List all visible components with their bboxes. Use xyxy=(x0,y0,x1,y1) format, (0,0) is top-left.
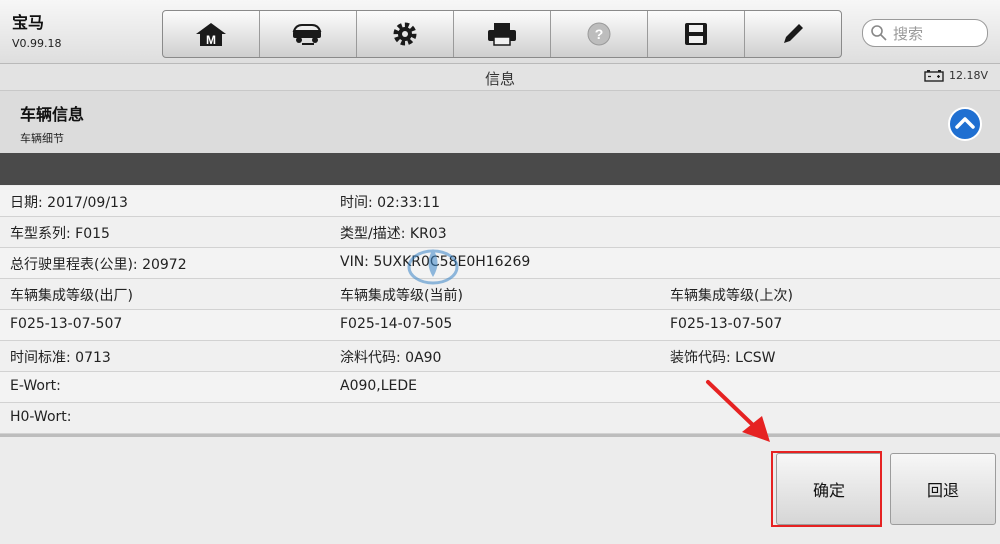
home-icon: M xyxy=(196,23,226,47)
print-button[interactable] xyxy=(454,11,551,57)
svg-text:?: ? xyxy=(595,26,604,42)
table-cell: F025-13-07-507 xyxy=(670,316,783,332)
home-button[interactable]: M xyxy=(163,11,260,57)
table-cell: 车辆集成等级(上次) xyxy=(670,288,793,304)
vehicle-swap-icon xyxy=(292,24,322,45)
info-bar: 信息 12.18V xyxy=(0,64,1000,91)
print-icon xyxy=(488,23,516,46)
highlight-box xyxy=(771,451,882,527)
table-cell: 类型/描述: KR03 xyxy=(340,226,447,242)
edit-button[interactable] xyxy=(745,11,841,57)
table-cell: 装饰代码: LCSW xyxy=(670,350,776,366)
table-row: 车辆集成等级(出厂) 车辆集成等级(当前) 车辆集成等级(上次) xyxy=(0,279,1000,310)
table-row: 车型系列: F015 类型/描述: KR03 xyxy=(0,217,1000,248)
table-bottom-divider xyxy=(0,434,1000,437)
collapse-up-icon[interactable] xyxy=(948,107,982,141)
app-version: V0.99.18 xyxy=(12,37,62,50)
battery-status: 12.18V xyxy=(924,69,988,82)
table-cell: 车型系列: F015 xyxy=(10,226,110,242)
page-title: 信息 xyxy=(484,70,515,88)
edit-pen-icon xyxy=(784,24,803,43)
table-cell: H0-Wort: xyxy=(10,409,72,425)
section-divider-bar xyxy=(0,153,1000,185)
battery-icon xyxy=(924,69,944,82)
settings-button[interactable] xyxy=(357,11,454,57)
brand-name: 宝马 xyxy=(12,13,45,32)
battery-voltage: 12.18V xyxy=(948,69,988,82)
section-subtitle: 车辆细节 xyxy=(20,132,64,145)
section-title: 车辆信息 xyxy=(20,105,85,124)
table-cell: 日期: 2017/09/13 xyxy=(10,195,128,211)
table-cell: 涂料代码: 0A90 xyxy=(340,350,442,366)
table-row: E-Wort: A090,LEDE xyxy=(0,372,1000,403)
table-row: 日期: 2017/09/13 时间: 02:33:11 xyxy=(0,186,1000,217)
save-button[interactable] xyxy=(648,11,745,57)
table-cell: F025-14-07-505 xyxy=(340,316,453,332)
table-cell: A090,LEDE xyxy=(340,378,418,394)
table-cell: 时间标准: 0713 xyxy=(10,350,111,366)
search-field[interactable]: 搜索 xyxy=(862,19,988,47)
table-cell: 时间: 02:33:11 xyxy=(340,195,441,211)
search-icon xyxy=(871,25,887,41)
table-row: F025-13-07-507 F025-14-07-505 F025-13-07… xyxy=(0,310,1000,341)
back-button[interactable]: 回退 xyxy=(890,453,996,525)
table-cell: 车辆集成等级(出厂) xyxy=(10,288,133,304)
vehicle-info-table: 日期: 2017/09/13 时间: 02:33:11 车型系列: F015 类… xyxy=(0,186,1000,434)
section-header: 车辆信息 车辆细节 xyxy=(0,91,1000,153)
table-row: 时间标准: 0713 涂料代码: 0A90 装饰代码: LCSW xyxy=(0,341,1000,372)
table-cell: 总行驶里程表(公里): 20972 xyxy=(10,257,187,273)
help-button[interactable]: ? xyxy=(551,11,648,57)
watermark-logo-icon xyxy=(407,249,459,285)
table-cell: E-Wort: xyxy=(10,378,61,394)
toolbar: M ? xyxy=(162,10,842,58)
top-bar: 宝马 V0.99.18 M ? 搜索 xyxy=(0,0,1000,64)
svg-text:M: M xyxy=(206,33,216,47)
search-placeholder: 搜索 xyxy=(893,24,924,43)
settings-gear-icon xyxy=(393,22,417,46)
annotation-arrow-icon xyxy=(706,380,770,442)
help-icon: ? xyxy=(587,22,611,46)
table-row: H0-Wort: xyxy=(0,403,1000,434)
table-cell: F025-13-07-507 xyxy=(10,316,123,332)
save-icon xyxy=(685,23,707,45)
table-row: 总行驶里程表(公里): 20972 VIN: 5UXKR0C58E0H16269 xyxy=(0,248,1000,279)
vehicle-swap-button[interactable] xyxy=(260,11,357,57)
